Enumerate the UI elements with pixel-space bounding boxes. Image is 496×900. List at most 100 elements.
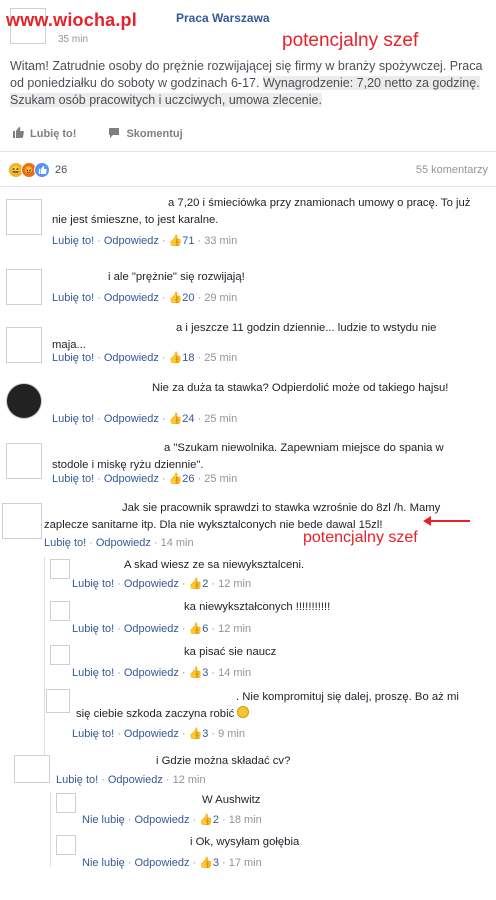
comment-reply-link[interactable]: Odpowiedz — [134, 857, 189, 869]
comment-like-link[interactable]: Lubię to! — [72, 667, 114, 679]
reaction-summary[interactable]: 😆 😡 26 — [8, 162, 67, 178]
reaction-count: 26 — [55, 164, 68, 176]
watermark-logo: www.wiocha.pl — [6, 10, 137, 30]
comment-reply-link[interactable]: Odpowiedz — [124, 578, 179, 590]
commenter-avatar[interactable] — [56, 793, 76, 813]
comment-time[interactable]: 33 min — [204, 235, 237, 247]
comments-count-link[interactable]: 55 komentarzy — [416, 164, 488, 176]
page-name-link[interactable]: Praca Warszawa — [176, 11, 270, 25]
comment-like-link[interactable]: Lubię to! — [52, 413, 94, 425]
commenter-avatar[interactable] — [50, 645, 70, 665]
commenter-avatar[interactable] — [6, 269, 42, 305]
thumbs-up-icon: 👍 — [199, 814, 213, 826]
comment-like-link[interactable]: Lubię to! — [52, 473, 94, 485]
commenter-avatar[interactable] — [50, 601, 70, 621]
comment-unlike-link[interactable]: Nie lubię — [82, 814, 125, 826]
comment-meta: Lubię to! · Odpowiedz · 👍6 · 12 min — [72, 623, 252, 635]
commenter-avatar[interactable] — [46, 689, 70, 713]
comment-time[interactable]: 12 min — [173, 774, 206, 786]
comment-meta: Nie lubię · Odpowiedz · 👍3 · 17 min — [82, 857, 262, 869]
comment-like-count[interactable]: 3 — [213, 857, 219, 869]
comment-text: A skad wiesz ze sa niewyksztalceni. — [124, 559, 305, 571]
comment-label: Skomentuj — [126, 128, 183, 140]
comment-text: Nie za duża ta stawka? Odpierdolić może … — [152, 382, 449, 394]
comment-reply-link[interactable]: Odpowiedz — [124, 623, 179, 635]
comment-bubble-icon — [108, 127, 120, 141]
comment-reply-link[interactable]: Odpowiedz — [124, 728, 179, 740]
comment-like-count[interactable]: 2 — [213, 814, 219, 826]
comment-like-link[interactable]: Lubię to! — [52, 235, 94, 247]
commenter-avatar[interactable] — [2, 503, 42, 539]
comment-like-count[interactable]: 24 — [182, 413, 194, 425]
comment-meta: Lubię to! · Odpowiedz · 👍2 · 12 min — [72, 578, 252, 590]
comment-reply-link[interactable]: Odpowiedz — [104, 413, 159, 425]
comment-reply-link[interactable]: Odpowiedz — [104, 292, 159, 304]
comment-time[interactable]: 14 min — [161, 537, 194, 549]
comment-text: a i jeszcze 11 godzin dziennie... ludzie… — [52, 322, 437, 351]
thumbs-up-icon: 👍 — [168, 473, 183, 485]
comment-time[interactable]: 9 min — [218, 728, 245, 740]
comment-time[interactable]: 17 min — [229, 857, 262, 869]
comment-like-link[interactable]: Lubię to! — [52, 292, 94, 304]
comment-like-count[interactable]: 3 — [202, 667, 208, 679]
commenter-avatar[interactable] — [56, 835, 76, 855]
comment-unlike-link[interactable]: Nie lubię — [82, 857, 125, 869]
comment-like-count[interactable]: 20 — [182, 292, 194, 304]
smiley-emoji-icon — [237, 706, 250, 718]
comment-time[interactable]: 29 min — [204, 292, 237, 304]
reactions-bar: 😆 😡 26 55 komentarzy — [0, 152, 496, 186]
thumbs-up-icon: 👍 — [168, 413, 183, 425]
comment-like-link[interactable]: Lubię to! — [72, 728, 114, 740]
post-actions: Lubię to! Skomentuj — [0, 119, 496, 152]
comment-like-link[interactable]: Lubię to! — [72, 623, 114, 635]
post-body: Witam! Zatrudnie osoby do prężnie rozwij… — [0, 46, 496, 115]
comment-text: ka pisać sie naucz — [184, 646, 277, 658]
comment-meta: Nie lubię · Odpowiedz · 👍2 · 18 min — [82, 814, 262, 826]
comment-text: a 7,20 i śmieciówka przy znamionach umow… — [52, 197, 471, 226]
reply-thread-line — [44, 557, 45, 772]
comment-like-count[interactable]: 3 — [202, 728, 208, 740]
comment-reply-link[interactable]: Odpowiedz — [104, 352, 159, 364]
red-arrow — [423, 516, 470, 526]
post-timestamp[interactable]: 35 min — [58, 34, 88, 45]
comment-meta: Lubię to! · Odpowiedz · 👍3 · 9 min — [72, 728, 245, 740]
thumbs-up-icon: 👍 — [168, 235, 183, 247]
comment-time[interactable]: 25 min — [204, 413, 237, 425]
like-reaction-icon — [34, 162, 50, 178]
comments-list: a 7,20 i śmieciówka przy znamionach umow… — [0, 186, 496, 869]
commenter-avatar[interactable] — [6, 443, 42, 479]
comment-time[interactable]: 14 min — [218, 667, 251, 679]
commenter-avatar[interactable] — [50, 559, 70, 579]
comment-time[interactable]: 25 min — [204, 473, 237, 485]
commenter-avatar[interactable] — [6, 327, 42, 363]
comment-like-link[interactable]: Lubię to! — [52, 352, 94, 364]
comment-meta: Lubię to! · Odpowiedz · 👍18 · 25 min — [52, 352, 238, 364]
comment-like-count[interactable]: 2 — [202, 578, 208, 590]
comment-reply-link[interactable]: Odpowiedz — [96, 537, 151, 549]
comment-like-count[interactable]: 71 — [182, 235, 194, 247]
comment-like-count[interactable]: 18 — [182, 352, 194, 364]
comment-reply-link[interactable]: Odpowiedz — [134, 814, 189, 826]
comment-text: ka niewykształconych !!!!!!!!!!! — [184, 601, 331, 613]
comment-reply-link[interactable]: Odpowiedz — [108, 774, 163, 786]
comment-reply-link[interactable]: Odpowiedz — [104, 473, 159, 485]
comment-time[interactable]: 18 min — [229, 814, 262, 826]
comment-action[interactable]: Skomentuj — [108, 127, 183, 141]
comment-like-link[interactable]: Lubię to! — [56, 774, 98, 786]
comment-meta: Lubię to! · Odpowiedz · 👍3 · 14 min — [72, 667, 252, 679]
commenter-avatar[interactable] — [14, 755, 50, 783]
comment-time[interactable]: 12 min — [218, 623, 251, 635]
comment-time[interactable]: 25 min — [204, 352, 237, 364]
like-action[interactable]: Lubię to! — [12, 127, 76, 141]
comment-reply-link[interactable]: Odpowiedz — [104, 235, 159, 247]
comment-time[interactable]: 12 min — [218, 578, 251, 590]
comment-like-count[interactable]: 6 — [202, 623, 208, 635]
commenter-avatar[interactable] — [6, 199, 42, 235]
comment-like-count[interactable]: 26 — [182, 473, 194, 485]
comment-like-link[interactable]: Lubię to! — [72, 578, 114, 590]
comment-meta: Lubię to! · Odpowiedz · 12 min — [56, 774, 206, 786]
comment-reply-link[interactable]: Odpowiedz — [124, 667, 179, 679]
commenter-avatar[interactable] — [6, 383, 42, 419]
comment-like-link[interactable]: Lubię to! — [44, 537, 86, 549]
reply-thread-line — [50, 792, 51, 867]
